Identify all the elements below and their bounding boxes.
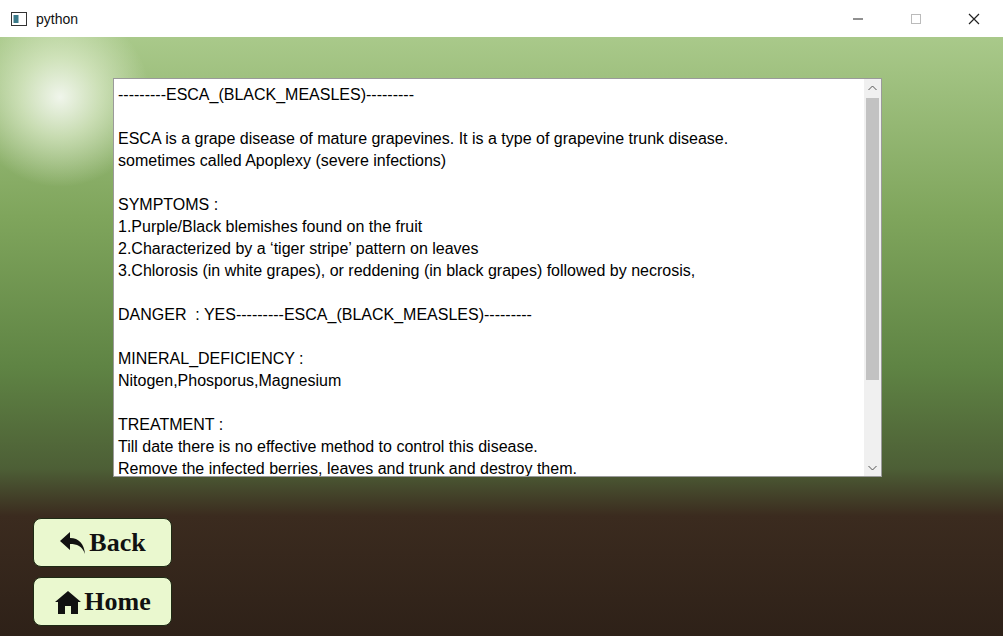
text-line: DANGER : YES---------ESCA_(BLACK_MEASLES… [118,304,860,326]
scroll-up-button[interactable] [864,79,881,96]
disease-info-text[interactable]: ---------ESCA_(BLACK_MEASLES)--------- ES… [113,78,882,477]
minimize-icon [852,13,864,25]
maximize-button[interactable] [887,0,945,37]
home-button[interactable]: Home [33,577,172,626]
text-line: sometimes called Apoplexy (severe infect… [118,150,860,172]
text-line: 3.Chlorosis (in white grapes), or redden… [118,260,860,282]
window-icon [11,12,27,26]
text-line: ESCA is a grape disease of mature grapev… [118,128,860,150]
arrow-down-icon [868,465,877,471]
minimize-button[interactable] [829,0,887,37]
text-line: 1.Purple/Black blemishes found on the fr… [118,216,860,238]
text-line: Remove the infected berries, leaves and … [118,458,860,476]
background-photo: ---------ESCA_(BLACK_MEASLES)--------- ES… [0,37,1003,636]
text-line: Nitogen,Phosporus,Magnesium [118,370,860,392]
text-line: 2.Characterized by a ‘tiger stripe’ patt… [118,238,860,260]
text-line: TREATMENT : [118,414,860,436]
scrollbar[interactable] [864,79,881,476]
back-button[interactable]: Back [33,518,172,567]
text-line: Till date there is no effective method t… [118,436,860,458]
text-line: SYMPTOMS : [118,194,860,216]
window-title: python [36,11,78,27]
arrow-up-icon [868,85,877,91]
scroll-thumb[interactable] [866,98,879,380]
close-icon [968,13,980,25]
text-line: ---------ESCA_(BLACK_MEASLES)--------- [118,84,860,106]
close-button[interactable] [945,0,1003,37]
text-line: MINERAL_DEFICIENCY : [118,348,860,370]
title-bar: python [0,0,1003,37]
back-arrow-icon [59,530,87,556]
app-window: python ---------ESCA_(BLACK_MEASLES)-----… [0,0,1003,636]
maximize-icon [910,13,922,25]
home-icon [54,589,82,615]
scroll-down-button[interactable] [864,459,881,476]
